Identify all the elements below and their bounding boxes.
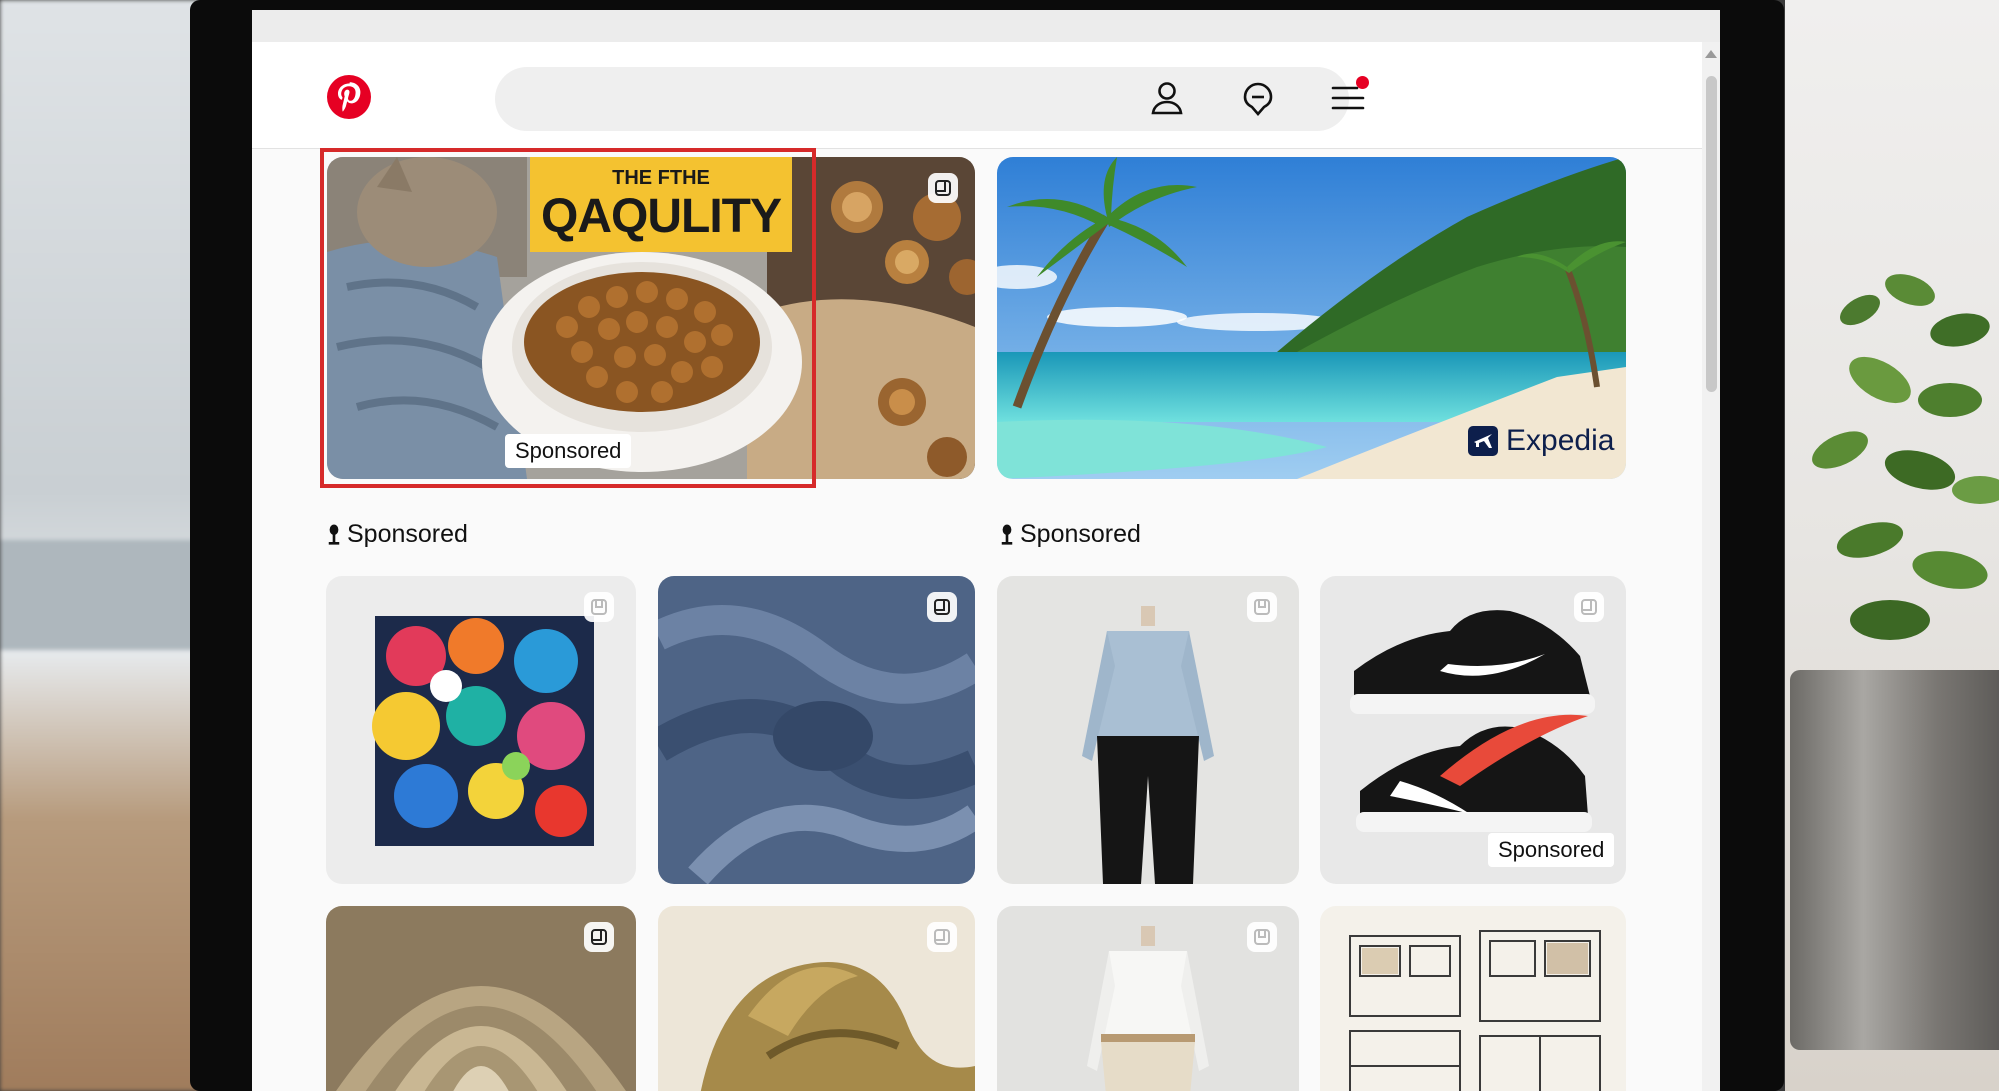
menu-icon[interactable] — [1325, 74, 1373, 122]
save-pin-icon[interactable] — [584, 592, 614, 622]
blouse-pin[interactable] — [997, 576, 1299, 884]
page-scrollbar[interactable] — [1702, 42, 1720, 1091]
save-pin-icon[interactable] — [1574, 592, 1604, 622]
search-input[interactable] — [495, 67, 1349, 131]
message-icon[interactable] — [1234, 74, 1282, 122]
sneakers-pin[interactable]: Sponsored — [1320, 576, 1626, 884]
sponsored-badge: Sponsored — [1488, 833, 1615, 867]
browser-top-strip — [252, 10, 1720, 42]
pushpin-icon — [1001, 524, 1013, 545]
blouse-image — [997, 576, 1299, 884]
profile-icon[interactable] — [1143, 74, 1191, 122]
save-pin-icon[interactable] — [1247, 922, 1277, 952]
expedia-logo-icon — [1468, 426, 1498, 456]
architecture-sketch-image — [1320, 906, 1626, 1091]
white-shirt-pin[interactable] — [997, 906, 1299, 1091]
notification-dot-icon — [1356, 76, 1369, 89]
abstract-painting-image — [326, 576, 636, 884]
pinterest-logo-icon[interactable] — [326, 74, 372, 120]
houseplant — [1812, 274, 1999, 640]
pushpin-icon — [328, 524, 340, 545]
window-background — [0, 0, 200, 1091]
plant-pot — [1790, 670, 1999, 1050]
architecture-sketch-pin[interactable] — [1320, 906, 1626, 1091]
browser-viewport: THE FTHE QAQULITY Sponsored Expedia Spon… — [252, 10, 1720, 1091]
beach-pin[interactable]: Expedia — [997, 157, 1626, 479]
cat-food-pin[interactable]: THE FTHE QAQULITY Sponsored — [327, 157, 975, 479]
section-label-text: Sponsored — [1020, 520, 1141, 548]
save-pin-icon[interactable] — [927, 592, 957, 622]
ad-overlay-line2: QAQULITY — [541, 190, 782, 243]
ad-overlay-line1: THE FTHE — [612, 167, 710, 189]
cathedral-ceiling-pin[interactable] — [326, 906, 636, 1091]
denim-fabric-image — [658, 576, 975, 884]
save-pin-icon[interactable] — [928, 173, 958, 203]
site-header — [252, 42, 1702, 149]
scroll-thumb[interactable] — [1706, 76, 1717, 392]
abstract-painting-pin[interactable] — [326, 576, 636, 884]
save-pin-icon[interactable] — [584, 922, 614, 952]
denim-fabric-pin[interactable] — [658, 576, 975, 884]
section-label-text: Sponsored — [347, 520, 468, 548]
scroll-up-icon[interactable] — [1705, 50, 1717, 58]
pin-feed: THE FTHE QAQULITY Sponsored Expedia Spon… — [252, 148, 1702, 1091]
gold-sculpture-pin[interactable] — [658, 906, 975, 1091]
sponsored-badge: Sponsored — [505, 434, 632, 468]
save-pin-icon[interactable] — [1247, 592, 1277, 622]
section-label-sponsored: Sponsored — [1000, 520, 1141, 549]
section-label-sponsored: Sponsored — [327, 520, 468, 549]
expedia-brand: Expedia — [1468, 424, 1614, 458]
save-pin-icon[interactable] — [927, 922, 957, 952]
expedia-brand-name: Expedia — [1506, 424, 1615, 457]
